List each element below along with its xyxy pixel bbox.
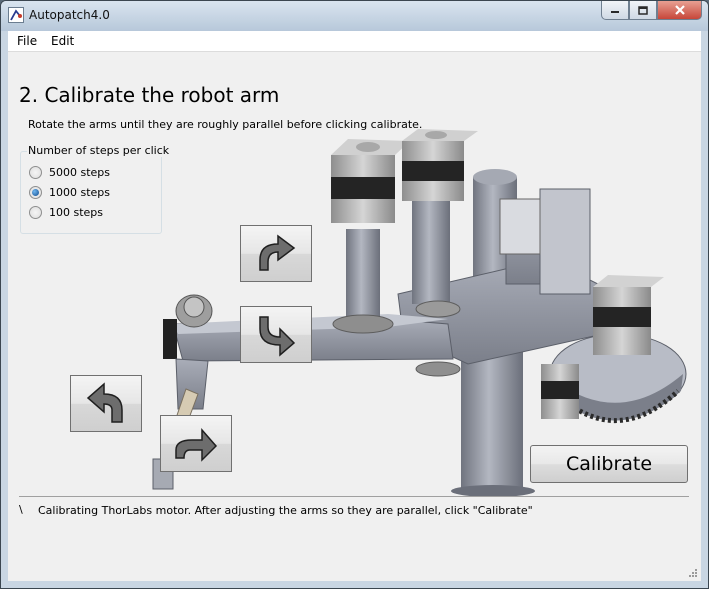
rotate-upper-arm-ccw-button[interactable] bbox=[240, 306, 312, 363]
rotate-lower-arm-ccw-button[interactable] bbox=[70, 375, 142, 432]
close-icon bbox=[674, 5, 685, 15]
rotate-clockwise-arrow-icon bbox=[175, 427, 218, 462]
radio-label: 100 steps bbox=[49, 206, 104, 219]
rotate-clockwise-arrow-icon bbox=[259, 234, 296, 271]
rotate-upper-arm-cw-button[interactable] bbox=[240, 225, 312, 282]
close-button[interactable] bbox=[657, 1, 702, 20]
status-spinner: \ bbox=[19, 503, 23, 516]
app-window: Autopatch4.0 File Edit 2. Calibrate the … bbox=[0, 0, 709, 589]
menu-edit[interactable]: Edit bbox=[51, 34, 74, 48]
rotate-lower-arm-cw-button[interactable] bbox=[160, 415, 232, 472]
rotate-counterclockwise-arrow-icon bbox=[86, 381, 123, 423]
window-title: Autopatch4.0 bbox=[29, 8, 110, 22]
resize-grip-icon[interactable] bbox=[687, 567, 698, 578]
maximize-icon bbox=[638, 5, 648, 15]
app-icon bbox=[8, 7, 24, 23]
radio-button[interactable] bbox=[29, 206, 42, 219]
menu-file[interactable]: File bbox=[17, 34, 37, 48]
menu-bar: File Edit bbox=[8, 31, 701, 52]
radio-label: 5000 steps bbox=[49, 166, 111, 179]
calibrate-button[interactable]: Calibrate bbox=[530, 445, 688, 483]
rotate-counterclockwise-arrow-icon bbox=[259, 315, 296, 357]
radio-100-steps[interactable]: 100 steps bbox=[29, 206, 103, 219]
radio-1000-steps[interactable]: 1000 steps bbox=[29, 186, 110, 199]
main-panel: 2. Calibrate the robot arm Rotate the ar… bbox=[8, 52, 701, 581]
title-bar[interactable]: Autopatch4.0 bbox=[1, 1, 708, 31]
radio-5000-steps[interactable]: 5000 steps bbox=[29, 166, 110, 179]
status-separator bbox=[19, 496, 689, 497]
minimize-button[interactable] bbox=[601, 1, 629, 20]
page-title: 2. Calibrate the robot arm bbox=[19, 83, 280, 107]
radio-button[interactable] bbox=[29, 166, 42, 179]
minimize-icon bbox=[611, 11, 619, 13]
maximize-button[interactable] bbox=[629, 1, 657, 20]
radio-label: 1000 steps bbox=[49, 186, 111, 199]
status-message: Calibrating ThorLabs motor. After adjust… bbox=[38, 504, 533, 517]
radio-button-selected[interactable] bbox=[29, 186, 42, 199]
